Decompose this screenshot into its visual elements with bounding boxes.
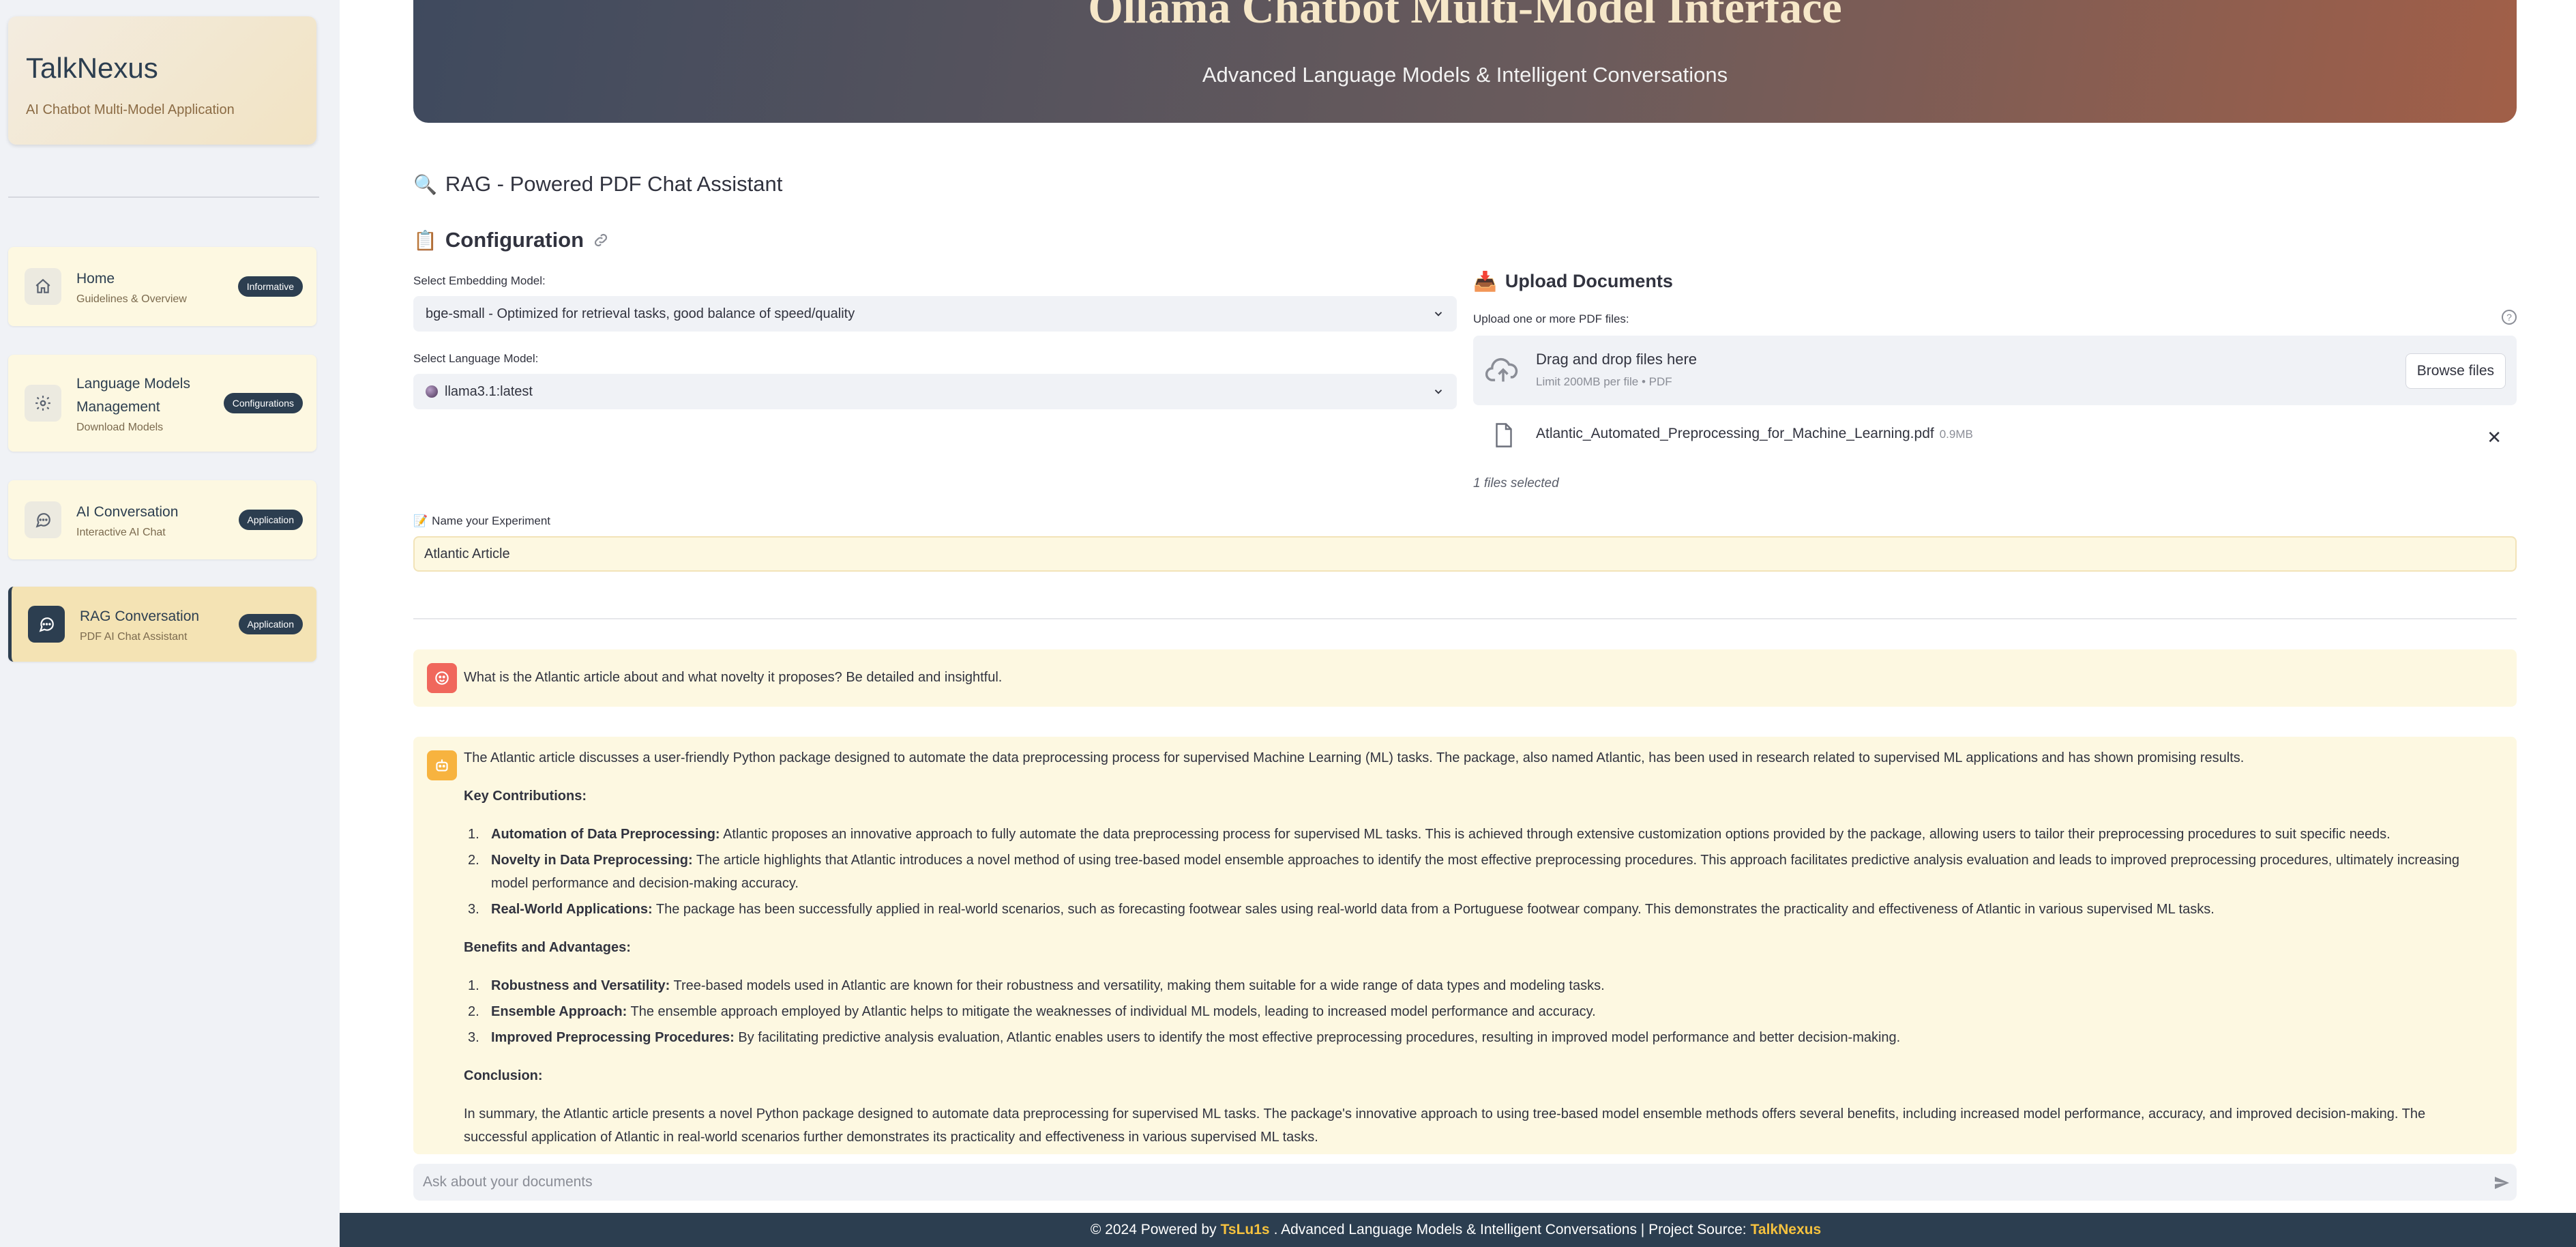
sidebar-item-title: RAG Conversation — [80, 608, 200, 624]
sidebar-item-title: Home — [76, 271, 115, 287]
sidebar-item-subtitle: PDF AI Chat Assistant — [80, 631, 188, 643]
config-title-text: Configuration — [445, 228, 584, 252]
benefits-heading: Benefits and Advantages: — [464, 940, 631, 955]
sidebar-item-title: Language Models Management — [76, 376, 190, 415]
remove-file-icon[interactable]: ✕ — [2487, 427, 2502, 448]
assistant-message: The Atlantic article discusses a user-fr… — [413, 737, 2517, 1154]
file-icon — [1496, 423, 1512, 448]
hero-subtitle: Advanced Language Models & Intelligent C… — [1202, 63, 1728, 87]
contributions-list: 1. Automation of Data Preprocessing: Atla… — [464, 823, 2489, 921]
brand-subtitle: AI Chatbot Multi-Model Application — [26, 102, 235, 117]
brand-name: TalkNexus — [26, 52, 158, 84]
chevron-down-icon — [1434, 390, 1442, 394]
brand-card: TalkNexus AI Chatbot Multi-Model Applica… — [8, 16, 316, 145]
benefits-list: 1. Robustness and Versatility: Tree-based… — [464, 974, 2489, 1049]
sidebar-item-language-models[interactable]: Language Models Management Download Mode… — [8, 355, 316, 452]
assistant-message-body: The Atlantic article discusses a user-fr… — [464, 746, 2489, 1154]
sidebar-item-ai-conversation[interactable]: AI Conversation Interactive AI Chat Appl… — [8, 480, 316, 559]
sidebar: TalkNexus AI Chatbot Multi-Model Applica… — [0, 0, 340, 1247]
page-title: 🔍 RAG - Powered PDF Chat Assistant — [413, 172, 782, 196]
link-icon[interactable] — [592, 231, 610, 249]
browse-files-button[interactable]: Browse files — [2405, 353, 2506, 389]
contributions-heading: Key Contributions: — [464, 789, 587, 804]
upload-title-text: Upload Documents — [1505, 271, 1673, 291]
experiment-label: 📝 Name your Experiment — [413, 514, 550, 528]
gear-icon — [25, 385, 61, 422]
assistant-conclusion: In summary, the Atlantic article present… — [464, 1106, 2426, 1145]
inbox-icon: 📥 — [1473, 271, 1497, 292]
sidebar-item-home[interactable]: Home Guidelines & Overview Informative — [8, 247, 316, 326]
language-label: Select Language Model: — [413, 352, 539, 365]
memo-icon: 📝 — [413, 514, 428, 527]
chat-icon — [25, 501, 61, 538]
sidebar-item-badge: Application — [238, 614, 303, 634]
sidebar-item-subtitle: Interactive AI Chat — [76, 527, 166, 538]
user-message: What is the Atlantic article about and w… — [413, 649, 2517, 707]
home-icon — [25, 268, 61, 305]
dropzone-limit: Limit 200MB per file • PDF — [1536, 375, 1672, 388]
chat-icon — [28, 606, 65, 643]
config-title: 📋 Configuration — [413, 228, 610, 252]
model-avatar-icon — [426, 385, 438, 398]
sidebar-item-title: AI Conversation — [76, 504, 179, 520]
file-name: Atlantic_Automated_Preprocessing_for_Mac… — [1536, 426, 1934, 441]
main-content: Ollama Chatbot Multi-Model Interface Adv… — [340, 0, 2576, 1247]
list-item: 1. Robustness and Versatility: Tree-based… — [468, 978, 1605, 993]
magnifier-icon: 🔍 — [413, 173, 437, 195]
sidebar-item-badge: Informative — [237, 276, 303, 297]
list-item: 2. Novelty in Data Preprocessing: The art… — [468, 853, 2460, 891]
list-item: 1. Automation of Data Preprocessing: Atla… — [468, 827, 2390, 842]
cloud-upload-icon — [1485, 357, 1518, 382]
upload-label: Upload one or more PDF files: — [1473, 312, 1629, 325]
file-size: 0.9MB — [1939, 428, 1973, 441]
list-item: 3. Improved Preprocessing Procedures: By … — [468, 1030, 1901, 1045]
footer: © 2024 Powered by TsLu1s . Advanced Lang… — [340, 1213, 2576, 1247]
language-model-value: llama3.1:latest — [445, 383, 533, 399]
send-icon[interactable] — [2493, 1175, 2510, 1191]
embedding-label: Select Embedding Model: — [413, 274, 546, 287]
footer-project-link[interactable]: TalkNexus — [1751, 1222, 1822, 1238]
sidebar-item-rag-conversation[interactable]: RAG Conversation PDF AI Chat Assistant A… — [8, 587, 316, 662]
chat-input-placeholder: Ask about your documents — [423, 1174, 593, 1190]
footer-prefix: © 2024 Powered by — [1090, 1222, 1217, 1237]
assistant-intro: The Atlantic article discusses a user-fr… — [464, 750, 2245, 765]
list-item: 3. Real-World Applications: The package h… — [468, 902, 2215, 917]
user-message-text: What is the Atlantic article about and w… — [464, 670, 1003, 685]
footer-author-link[interactable]: TsLu1s — [1221, 1222, 1270, 1238]
footer-middle: . Advanced Language Models & Intelligent… — [1273, 1222, 1747, 1237]
chevron-down-icon — [1434, 312, 1442, 317]
hero-banner: Ollama Chatbot Multi-Model Interface Adv… — [413, 0, 2517, 123]
sidebar-divider — [8, 196, 319, 198]
experiment-label-text: Name your Experiment — [432, 514, 551, 527]
assistant-avatar-icon — [427, 750, 457, 780]
embedding-model-value: bge-small - Optimized for retrieval task… — [426, 306, 855, 321]
hero-title: Ollama Chatbot Multi-Model Interface — [1088, 0, 1842, 33]
sidebar-item-subtitle: Download Models — [76, 422, 164, 433]
clipboard-icon: 📋 — [413, 229, 437, 251]
page-title-text: RAG - Powered PDF Chat Assistant — [445, 172, 783, 196]
sidebar-item-badge: Configurations — [223, 393, 303, 413]
list-item: 2. Ensemble Approach: The ensemble approa… — [468, 1004, 1596, 1019]
chat-input[interactable]: Ask about your documents — [413, 1164, 2517, 1201]
language-model-select[interactable]: llama3.1:latest — [413, 374, 1457, 409]
divider — [413, 618, 2517, 619]
files-selected-text: 1 files selected — [1473, 476, 1559, 490]
experiment-name-input[interactable]: Atlantic Article — [413, 536, 2517, 572]
embedding-model-select[interactable]: bge-small - Optimized for retrieval task… — [413, 296, 1457, 332]
sidebar-item-badge: Application — [238, 510, 303, 530]
help-icon[interactable]: ? — [2502, 310, 2517, 325]
conclusion-heading: Conclusion: — [464, 1068, 543, 1083]
uploaded-file: Atlantic_Automated_Preprocessing_for_Mac… — [1473, 417, 2517, 453]
upload-title: 📥 Upload Documents — [1473, 270, 1673, 293]
sidebar-item-subtitle: Guidelines & Overview — [76, 293, 187, 305]
file-dropzone[interactable]: Drag and drop files here Limit 200MB per… — [1473, 336, 2517, 405]
dropzone-text: Drag and drop files here — [1536, 351, 1698, 368]
user-avatar-icon — [427, 663, 457, 693]
